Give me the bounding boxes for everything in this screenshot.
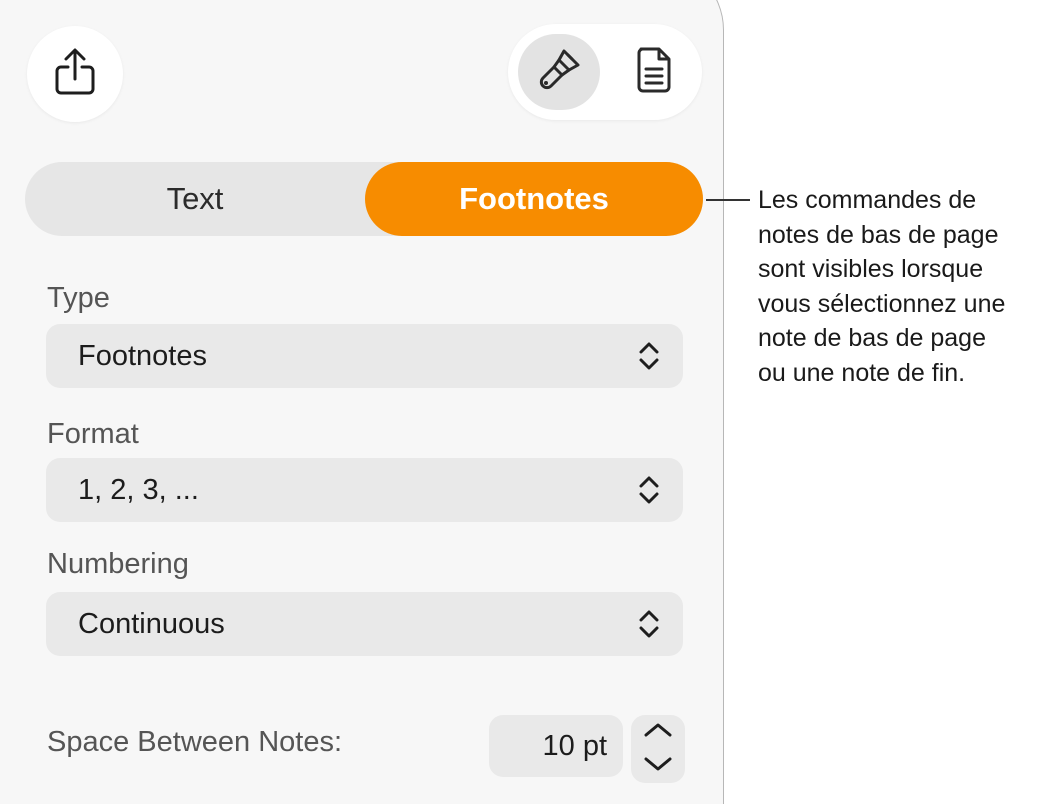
tab-footnotes[interactable]: Footnotes: [365, 162, 703, 236]
space-between-notes-stepper: [631, 715, 685, 783]
inspector-toolgroup: [508, 24, 702, 120]
format-sidebar: [0, 0, 724, 804]
format-label: Format: [47, 418, 139, 450]
document-icon: [635, 47, 673, 98]
callout-text: Les commandes de notes de bas de page so…: [758, 183, 1058, 390]
type-label: Type: [47, 282, 110, 314]
callout-line: sont visibles lorsque: [758, 255, 984, 283]
numbering-label: Numbering: [47, 548, 189, 580]
format-value: 1, 2, 3, ...: [78, 474, 199, 506]
type-value: Footnotes: [78, 340, 207, 372]
share-button[interactable]: [27, 26, 123, 122]
numbering-popup[interactable]: Continuous: [46, 592, 683, 656]
numbering-value: Continuous: [78, 608, 225, 640]
document-button[interactable]: [616, 34, 692, 110]
callout-line: note de bas de page: [758, 324, 986, 352]
format-popup[interactable]: 1, 2, 3, ...: [46, 458, 683, 522]
callout-line: vous sélectionnez une: [758, 289, 1006, 318]
chevron-down-icon: [643, 756, 673, 777]
callout-line: ou une note de fin.: [758, 358, 966, 387]
space-between-notes-label: Space Between Notes:: [47, 726, 343, 758]
chevron-updown-icon: [637, 609, 661, 639]
screenshot: Text Footnotes Type Footnotes Format 1, …: [0, 0, 1060, 804]
callout-line: notes de bas de page: [758, 220, 999, 249]
callout-leader-line: [706, 199, 750, 201]
type-popup[interactable]: Footnotes: [46, 324, 683, 388]
space-between-notes-field[interactable]: 10 pt: [489, 715, 623, 777]
chevron-up-icon: [643, 722, 673, 743]
format-button[interactable]: [518, 34, 600, 110]
chevron-updown-icon: [637, 341, 661, 371]
stepper-decrement-button[interactable]: [631, 749, 685, 783]
paintbrush-icon: [534, 45, 584, 100]
callout-line: Les commandes de: [758, 186, 977, 214]
chevron-updown-icon: [637, 475, 661, 505]
inspector-tabs: Text Footnotes: [25, 162, 703, 236]
share-icon: [53, 47, 97, 102]
tab-text[interactable]: Text: [25, 162, 365, 236]
stepper-increment-button[interactable]: [631, 715, 685, 749]
